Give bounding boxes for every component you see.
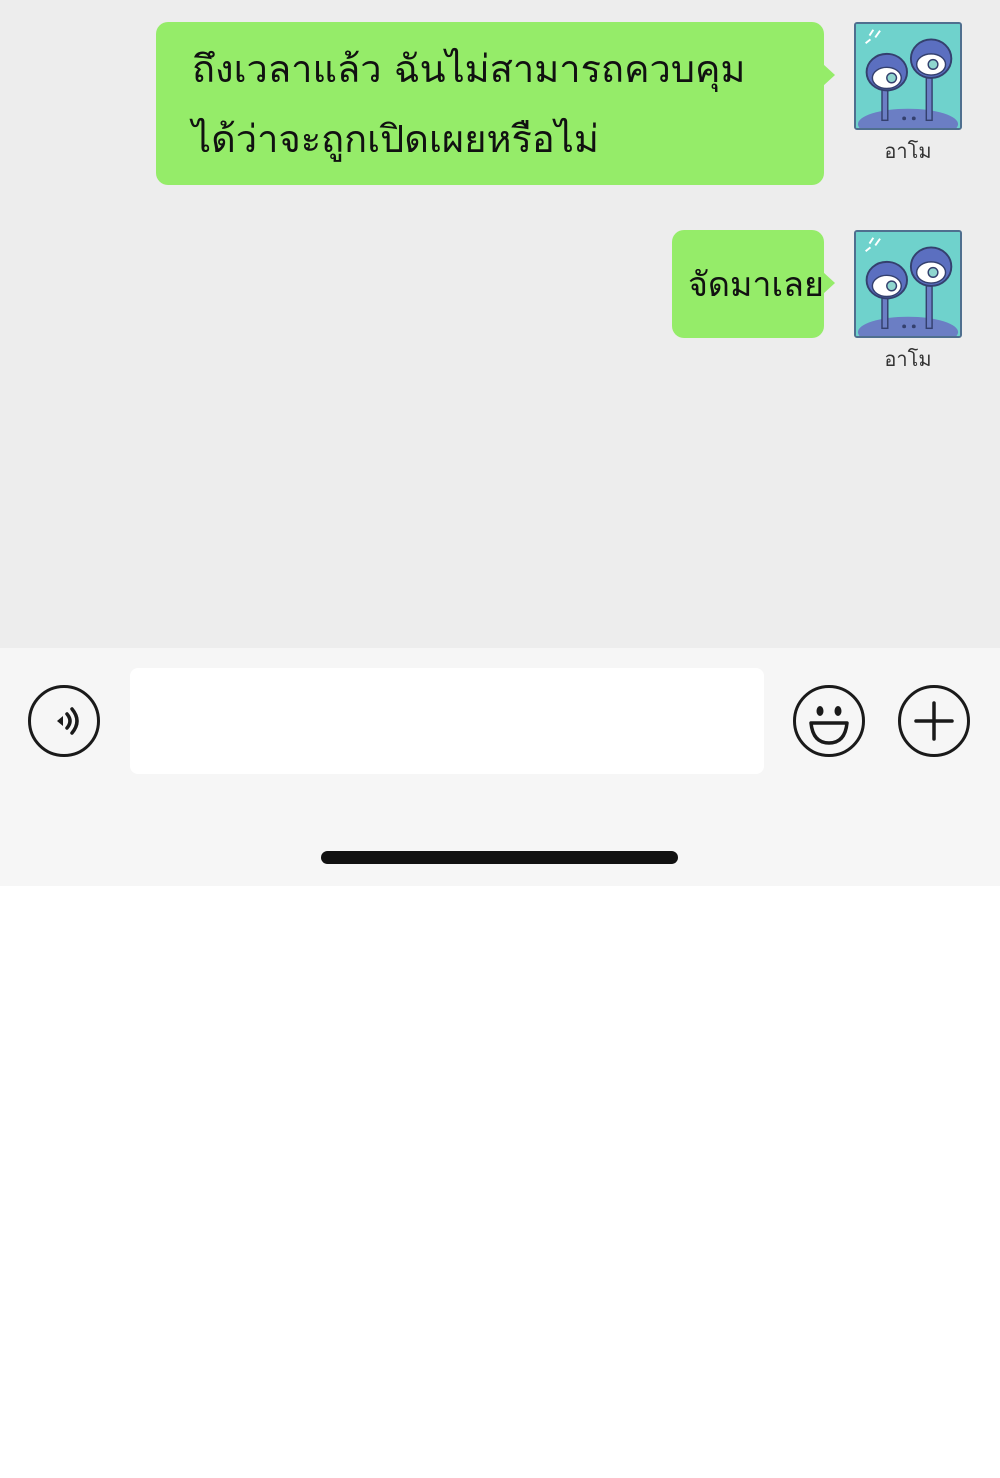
- voice-icon: [57, 707, 79, 735]
- message-text-line: ได้ว่าจะถูกเปิดเผยหรือไม่: [192, 117, 599, 161]
- message-text-line: จัดมาเลย: [688, 265, 824, 305]
- message-list: ถึงเวลาแล้ว ฉันไม่สามารถควบคุม ได้ว่าจะถ…: [0, 0, 1000, 648]
- voice-button[interactable]: [28, 685, 100, 757]
- input-bar: [0, 648, 1000, 886]
- message-row: ถึงเวลาแล้ว ฉันไม่สามารถควบคุม ได้ว่าจะถ…: [156, 22, 962, 185]
- chat-screen: ถึงเวลาแล้ว ฉันไม่สามารถควบคุม ได้ว่าจะถ…: [0, 0, 1000, 886]
- avatar[interactable]: [854, 230, 962, 338]
- more-button[interactable]: [898, 685, 970, 757]
- plus-icon: [914, 701, 954, 741]
- emoji-button[interactable]: [793, 685, 865, 757]
- sender-name: อาโม: [884, 139, 932, 163]
- message-bubble[interactable]: ถึงเวลาแล้ว ฉันไม่สามารถควบคุม ได้ว่าจะถ…: [156, 22, 835, 185]
- avatar[interactable]: [854, 22, 962, 130]
- message-input[interactable]: [130, 668, 764, 774]
- sender-info: อาโม: [854, 230, 962, 370]
- smiley-icon: [809, 706, 849, 745]
- message-text-line: ถึงเวลาแล้ว ฉันไม่สามารถควบคุม: [192, 47, 746, 91]
- message-bubble[interactable]: จัดมาเลย: [672, 230, 835, 338]
- home-indicator[interactable]: [321, 851, 678, 864]
- sender-name: อาโม: [884, 347, 932, 371]
- message-row: จัดมาเลย อาโม: [672, 230, 962, 370]
- sender-info: อาโม: [854, 22, 962, 162]
